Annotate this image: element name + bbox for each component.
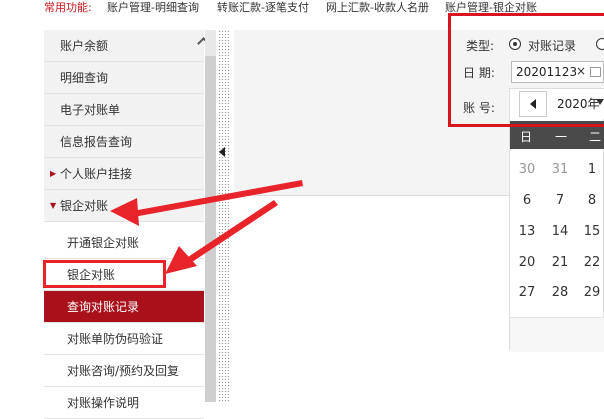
menu-item-detail-query[interactable]: 明细查询 [44, 62, 204, 94]
menu-item-personal-link[interactable]: ▶ 个人账户挂接 [44, 158, 204, 190]
calendar-day[interactable]: 6 [514, 193, 540, 208]
menu-item-label: 账户余额 [60, 39, 109, 53]
menu-item-label: 电子对账单 [60, 103, 121, 117]
menu-item-anti-fake-verify[interactable]: 对账单防伪码验证 [44, 323, 204, 355]
calendar-day[interactable]: 13 [514, 224, 540, 239]
calendar-day[interactable]: 15 [579, 224, 604, 239]
calendar-footer [510, 317, 604, 352]
calendar-day[interactable]: 30 [514, 162, 540, 177]
form-highlight-box [448, 13, 604, 127]
menu-item-label: 对账单防伪码验证 [67, 332, 164, 346]
menu-item-label: 对账咨询/预约及回复 [67, 364, 180, 378]
quick-link-detail-query[interactable]: 账户管理-明细查询 [107, 0, 199, 15]
caret-right-icon: ▶ [50, 169, 57, 178]
calendar-day[interactable]: 28 [547, 285, 573, 300]
left-menu: 账户余额 明细查询 电子对账单 信息报告查询 ▶ 个人账户挂接 ▼ 银企对账 开… [44, 30, 210, 419]
quick-links-label: 常用功能: [44, 1, 92, 14]
calendar-day[interactable]: 22 [579, 255, 604, 270]
calendar-day[interactable]: 31 [547, 162, 573, 177]
menu-item-label: 查询对账记录 [67, 300, 140, 314]
calendar-day[interactable]: 21 [547, 255, 573, 270]
menu-item-info-report[interactable]: 信息报告查询 [44, 126, 204, 158]
weekday-mon: 一 [555, 130, 568, 144]
caret-down-icon: ▼ [50, 201, 57, 210]
quick-link-transfer[interactable]: 转账汇款-逐笔支付 [217, 0, 309, 15]
menu-item-bank-reconcile[interactable]: ▼ 银企对账 [44, 190, 204, 222]
menu-item-e-statement[interactable]: 电子对账单 [44, 94, 204, 126]
menu-item-label: 开通银企对账 [67, 236, 140, 250]
calendar-day[interactable]: 29 [579, 285, 604, 300]
menu-item-label: 个人账户挂接 [60, 167, 133, 181]
calendar-day[interactable]: 20 [514, 255, 540, 270]
calendar-day[interactable]: 1 [579, 162, 604, 177]
menu-item-consult[interactable]: 对账咨询/预约及回复 [44, 355, 204, 387]
panel-splitter[interactable] [218, 30, 230, 402]
weekday-sun: 日 [520, 130, 533, 144]
collapse-left-icon[interactable] [219, 147, 225, 157]
menu-item-label: 银企对账 [60, 199, 109, 213]
weekday-tue: 二 [589, 130, 602, 144]
calendar-day[interactable]: 7 [547, 193, 573, 208]
menu-item-instructions[interactable]: 对账操作说明 [44, 387, 204, 419]
menu-item-query-records[interactable]: 查询对账记录 [44, 291, 204, 323]
menu-item-open-reconcile[interactable]: 开通银企对账 [44, 227, 204, 259]
menu-item-balance[interactable]: 账户余额 [44, 30, 210, 62]
quick-link-payee-list[interactable]: 网上汇款-收款人名册 [326, 0, 429, 15]
calendar-day[interactable]: 27 [514, 285, 540, 300]
menu-item-label: 对账操作说明 [67, 396, 140, 410]
calendar-day[interactable]: 14 [547, 224, 573, 239]
menu-highlight-box [43, 260, 166, 288]
menu-item-label: 信息报告查询 [60, 135, 133, 149]
calendar-day[interactable]: 8 [579, 193, 604, 208]
menu-item-label: 明细查询 [60, 71, 109, 85]
date-picker-popup: 2020年 日 一 二 30 31 1 6 7 8 13 14 15 20 21… [509, 88, 604, 352]
menu-scrollbar-thumb[interactable] [205, 56, 216, 402]
